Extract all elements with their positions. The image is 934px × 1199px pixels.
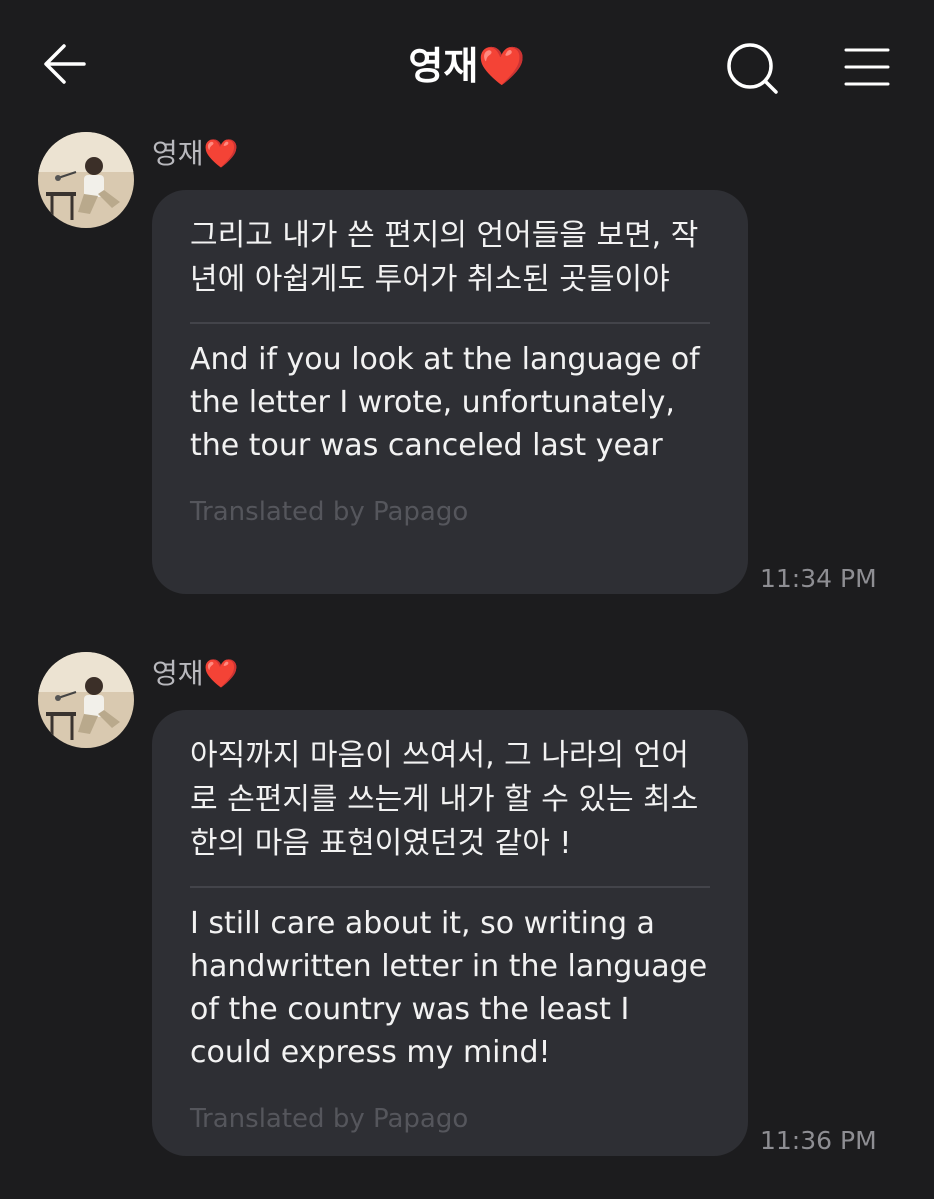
translation-divider [190,886,710,888]
translation-credit: Translated by Papago [190,497,469,527]
avatar[interactable] [38,132,134,228]
avatar[interactable] [38,652,134,748]
sender-name-text: 영재 [152,657,204,690]
search-icon [727,43,778,94]
sender-name-text: 영재 [152,137,204,170]
original-text: 아직까지 마음이 쓰여서, 그 나라의 언어로 손편지를 쓰는게 내가 할 수 … [190,738,699,861]
message-item: 영재❤️ 아직까지 마음이 쓰여서, 그 나라의 언어로 손편지를 쓰는게 내가… [0,652,934,1162]
translated-text: I still care about it, so writing a hand… [190,906,708,1070]
message-bubble[interactable]: 그리고 내가 쓴 편지의 언어들을 보면, 작년에 아쉽게도 투어가 취소된 곳… [152,190,748,594]
translation-divider [190,322,710,324]
message-item: 영재❤️ 그리고 내가 쓴 편지의 언어들을 보면, 작년에 아쉽게도 투어가 … [0,132,934,602]
avatar-photo [38,652,134,748]
translation-credit: Translated by Papago [190,1104,469,1134]
heart-icon: ❤️ [203,137,239,170]
message-bubble[interactable]: 아직까지 마음이 쓰여서, 그 나라의 언어로 손편지를 쓰는게 내가 할 수 … [152,710,748,1156]
sender-name: 영재❤️ [152,136,238,172]
chat-header: 영재❤️ [0,0,934,130]
sender-name: 영재❤️ [152,656,238,692]
heart-icon: ❤️ [203,657,239,690]
search-button[interactable] [722,38,782,98]
menu-icon [844,48,890,86]
original-text: 그리고 내가 쓴 편지의 언어들을 보면, 작년에 아쉽게도 투어가 취소된 곳… [190,218,699,297]
translated-text: And if you look at the language of the l… [190,342,700,463]
heart-icon: ❤️ [478,44,526,88]
menu-button[interactable] [842,42,892,92]
chat-title: 영재❤️ [0,38,934,94]
message-timestamp: 11:36 PM [760,1126,877,1155]
avatar-photo [38,132,134,228]
chat-title-name: 영재 [408,44,479,88]
message-timestamp: 11:34 PM [760,564,877,593]
